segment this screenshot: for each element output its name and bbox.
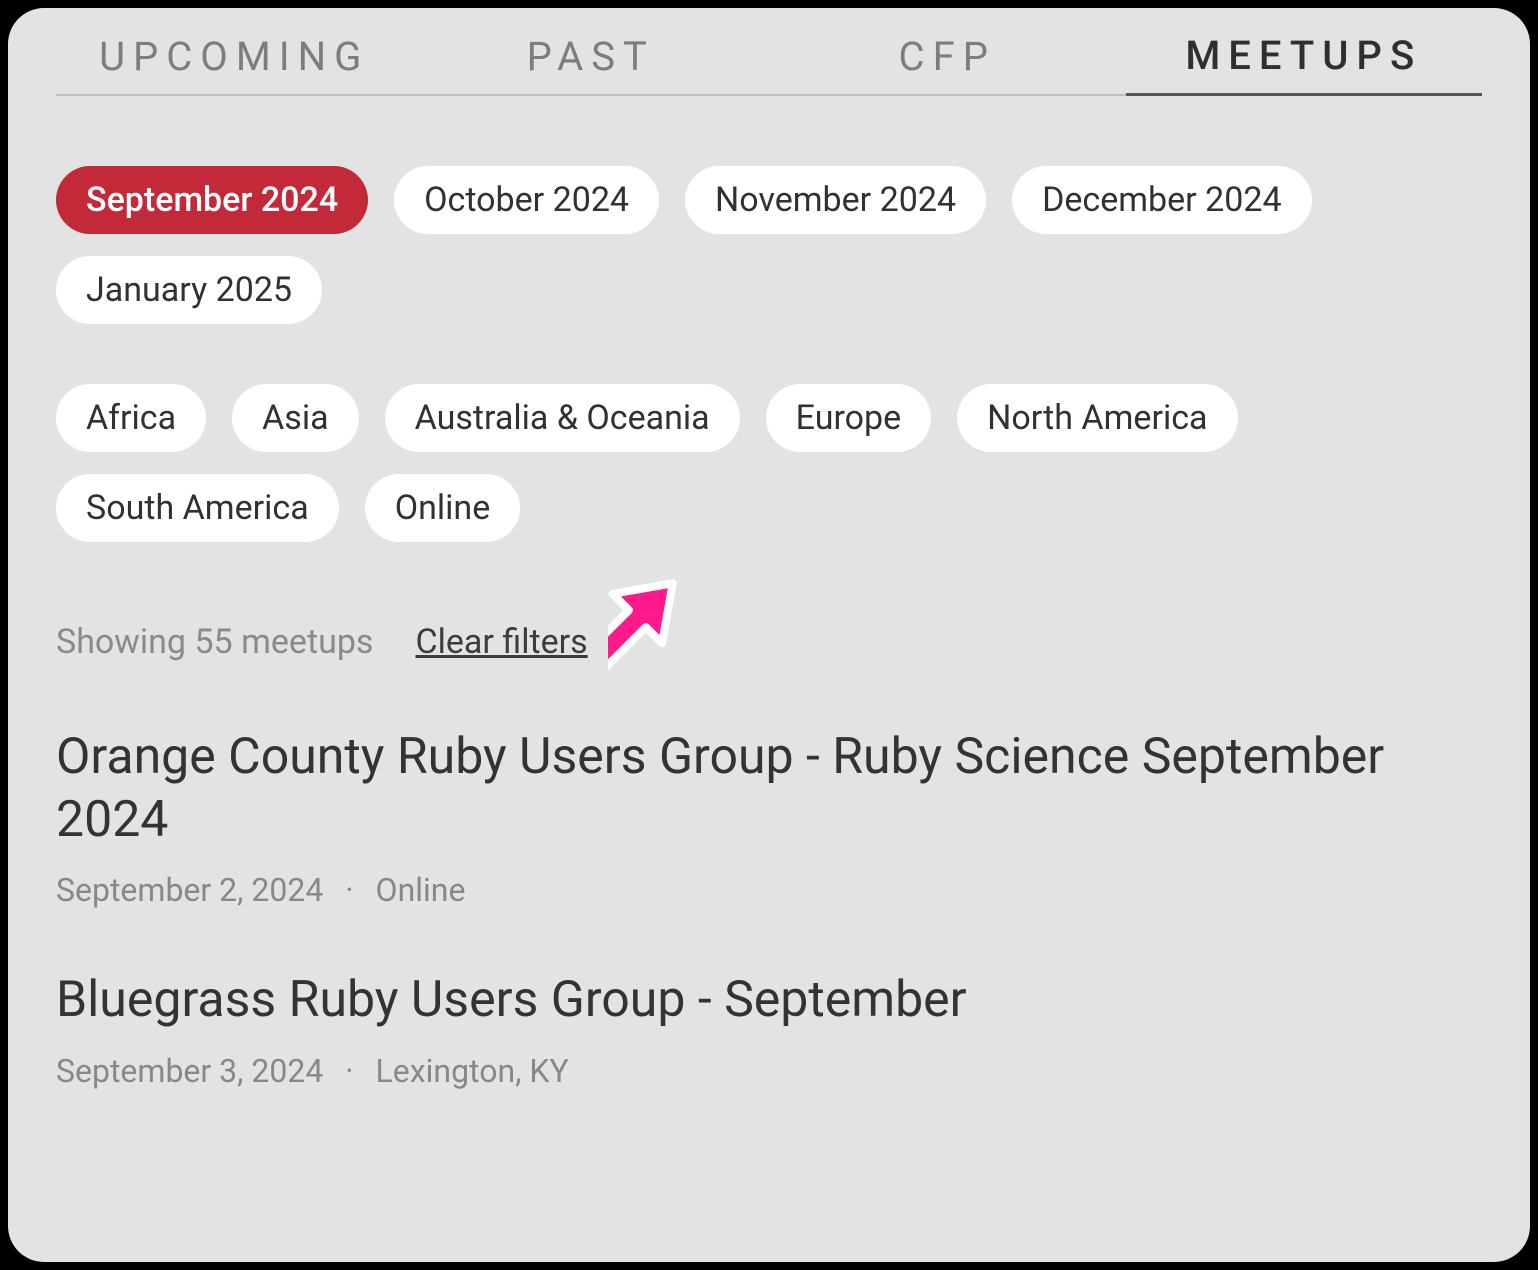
meetup-location: Lexington, KY	[376, 1052, 569, 1090]
meta-separator: ·	[345, 1052, 353, 1090]
month-chip-october-2024[interactable]: October 2024	[394, 166, 659, 234]
meetup-date: September 2, 2024	[56, 871, 323, 909]
month-filter-row: September 2024 October 2024 November 202…	[56, 166, 1482, 324]
tab-cfp[interactable]: CFP	[769, 33, 1126, 96]
tab-upcoming[interactable]: UPCOMING	[56, 33, 413, 96]
meta-separator: ·	[345, 871, 353, 909]
region-chip-africa[interactable]: Africa	[56, 384, 206, 452]
meetup-meta: September 3, 2024 · Lexington, KY	[56, 1052, 1482, 1090]
clear-filters-link[interactable]: Clear filters	[415, 622, 587, 662]
region-chip-north-america[interactable]: North America	[957, 384, 1237, 452]
region-chip-online[interactable]: Online	[365, 474, 521, 542]
region-chip-europe[interactable]: Europe	[766, 384, 932, 452]
tab-bar: UPCOMING PAST CFP MEETUPS	[56, 32, 1482, 96]
tab-meetups[interactable]: MEETUPS	[1126, 32, 1483, 96]
meetup-date: September 3, 2024	[56, 1052, 323, 1090]
month-chip-january-2025[interactable]: January 2025	[56, 256, 322, 324]
region-filter-row: Africa Asia Australia & Oceania Europe N…	[56, 384, 1482, 542]
region-chip-south-america[interactable]: South America	[56, 474, 339, 542]
meetup-item[interactable]: Bluegrass Ruby Users Group - September S…	[56, 969, 1482, 1090]
region-chip-asia[interactable]: Asia	[232, 384, 359, 452]
month-chip-december-2024[interactable]: December 2024	[1012, 166, 1312, 234]
meetup-meta: September 2, 2024 · Online	[56, 871, 1482, 909]
showing-count-label: Showing 55 meetups	[56, 622, 373, 662]
tab-past[interactable]: PAST	[413, 33, 770, 96]
status-row: Showing 55 meetups Clear filters	[56, 622, 1482, 662]
meetup-title: Orange County Ruby Users Group - Ruby Sc…	[56, 726, 1482, 851]
meetup-list: Orange County Ruby Users Group - Ruby Sc…	[56, 726, 1482, 1090]
month-chip-november-2024[interactable]: November 2024	[685, 166, 986, 234]
region-chip-australia-oceania[interactable]: Australia & Oceania	[385, 384, 740, 452]
meetup-title: Bluegrass Ruby Users Group - September	[56, 969, 1482, 1032]
meetup-location: Online	[376, 871, 466, 909]
month-chip-september-2024[interactable]: September 2024	[56, 166, 368, 234]
app-frame: UPCOMING PAST CFP MEETUPS September 2024…	[8, 8, 1530, 1262]
meetup-item[interactable]: Orange County Ruby Users Group - Ruby Sc…	[56, 726, 1482, 909]
